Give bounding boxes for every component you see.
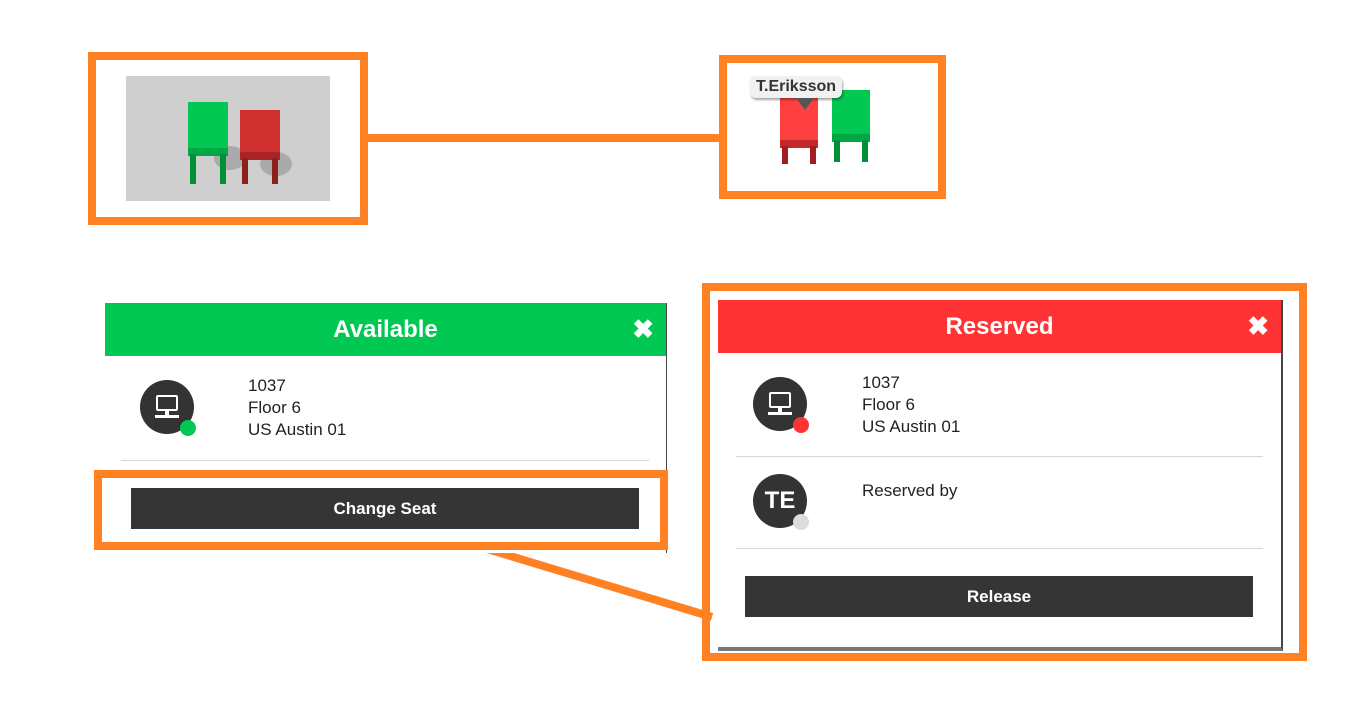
desk-id: 1037	[248, 376, 286, 395]
desk-info: 1037 Floor 6 US Austin 01	[248, 375, 346, 441]
user-avatar: TE	[753, 474, 809, 530]
release-button[interactable]: Release	[745, 576, 1253, 617]
name-tag-pointer	[796, 98, 814, 110]
close-icon[interactable]: ✖	[632, 303, 654, 356]
desk-location: US Austin 01	[862, 417, 961, 436]
divider	[121, 460, 649, 461]
reserved-seat-panel: Reserved ✖ 1037 Floor 6 US Austin 01 TE …	[718, 300, 1283, 651]
seat-thumbnail-reserved[interactable]: T.Eriksson	[736, 72, 928, 182]
chairs-illustration	[188, 102, 292, 184]
close-icon[interactable]: ✖	[1247, 300, 1269, 353]
desk-icon-badge	[140, 380, 196, 436]
seat-thumbnail-available[interactable]	[126, 76, 330, 201]
panel-header-available: Available ✖	[105, 303, 666, 356]
occupant-name-tag: T.Eriksson	[750, 76, 843, 98]
panel-header-reserved: Reserved ✖	[718, 300, 1281, 353]
status-dot-available	[180, 420, 196, 436]
status-dot-reserved	[793, 417, 809, 433]
desk-floor: Floor 6	[248, 398, 301, 417]
desk-location: US Austin 01	[248, 420, 347, 439]
divider	[736, 456, 1263, 457]
desk-floor: Floor 6	[862, 395, 915, 414]
panel-title: Available	[333, 316, 438, 343]
highlight-box-change-seat	[94, 470, 668, 550]
desk-id: 1037	[862, 373, 900, 392]
reserved-by-label: Reserved by	[862, 481, 958, 500]
panel-title: Reserved	[945, 313, 1054, 340]
divider	[736, 548, 1263, 549]
desk-info: 1037 Floor 6 US Austin 01	[862, 372, 960, 438]
status-dot-user	[793, 514, 809, 530]
desk-icon-badge	[753, 377, 809, 433]
